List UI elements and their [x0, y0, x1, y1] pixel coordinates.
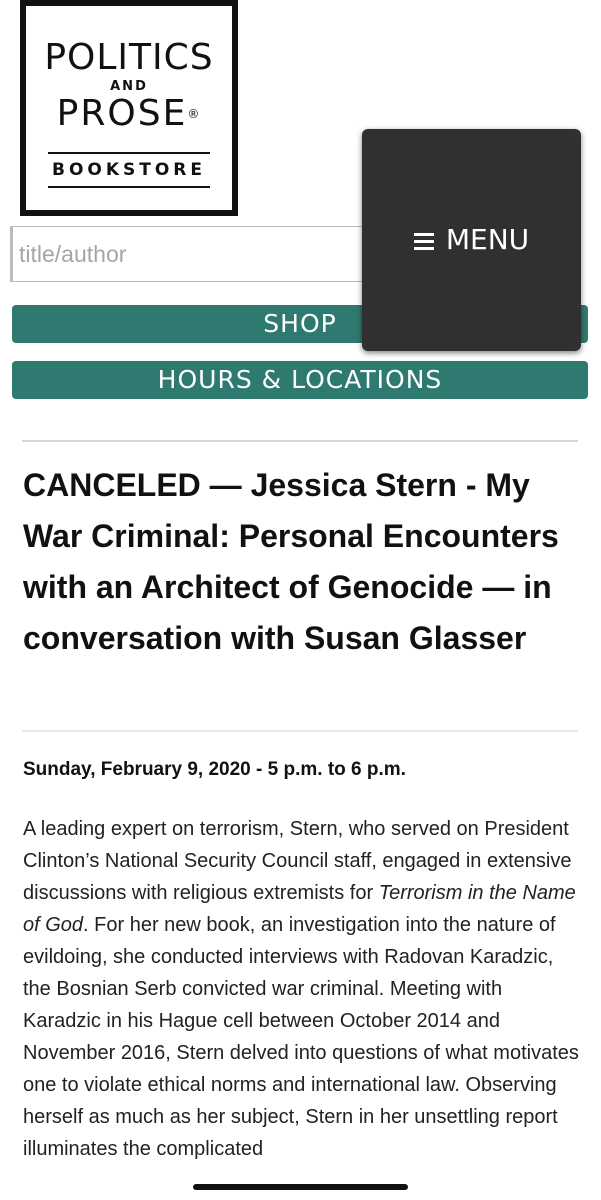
logo-line-and: AND: [110, 79, 148, 94]
menu-button[interactable]: MENU: [362, 129, 581, 351]
logo-line-prose: PROSE®: [26, 96, 232, 132]
divider-top: [22, 440, 578, 442]
divider-bottom: [22, 730, 578, 732]
registered-mark: ®: [187, 107, 202, 121]
logo-prose-text: PROSE: [56, 93, 188, 134]
bookstore-logo[interactable]: POLITICS AND PROSE® BOOKSTORE: [20, 0, 238, 216]
hamburger-icon: [413, 229, 434, 254]
logo-line-politics: POLITICS: [44, 37, 214, 78]
search-input[interactable]: [10, 226, 410, 282]
hours-locations-button[interactable]: HOURS & LOCATIONS: [12, 361, 588, 399]
event-title: CANCELED — Jessica Stern - My War Crimin…: [23, 467, 559, 656]
menu-label: MENU: [445, 223, 530, 256]
event-description: A leading expert on terrorism, Stern, wh…: [23, 813, 583, 1165]
logo-line-bookstore: BOOKSTORE: [47, 152, 211, 188]
home-indicator[interactable]: [193, 1184, 408, 1190]
description-part-2: . For her new book, an investigation int…: [23, 914, 579, 1160]
event-date: Sunday, February 9, 2020 - 5 p.m. to 6 p…: [23, 759, 406, 780]
